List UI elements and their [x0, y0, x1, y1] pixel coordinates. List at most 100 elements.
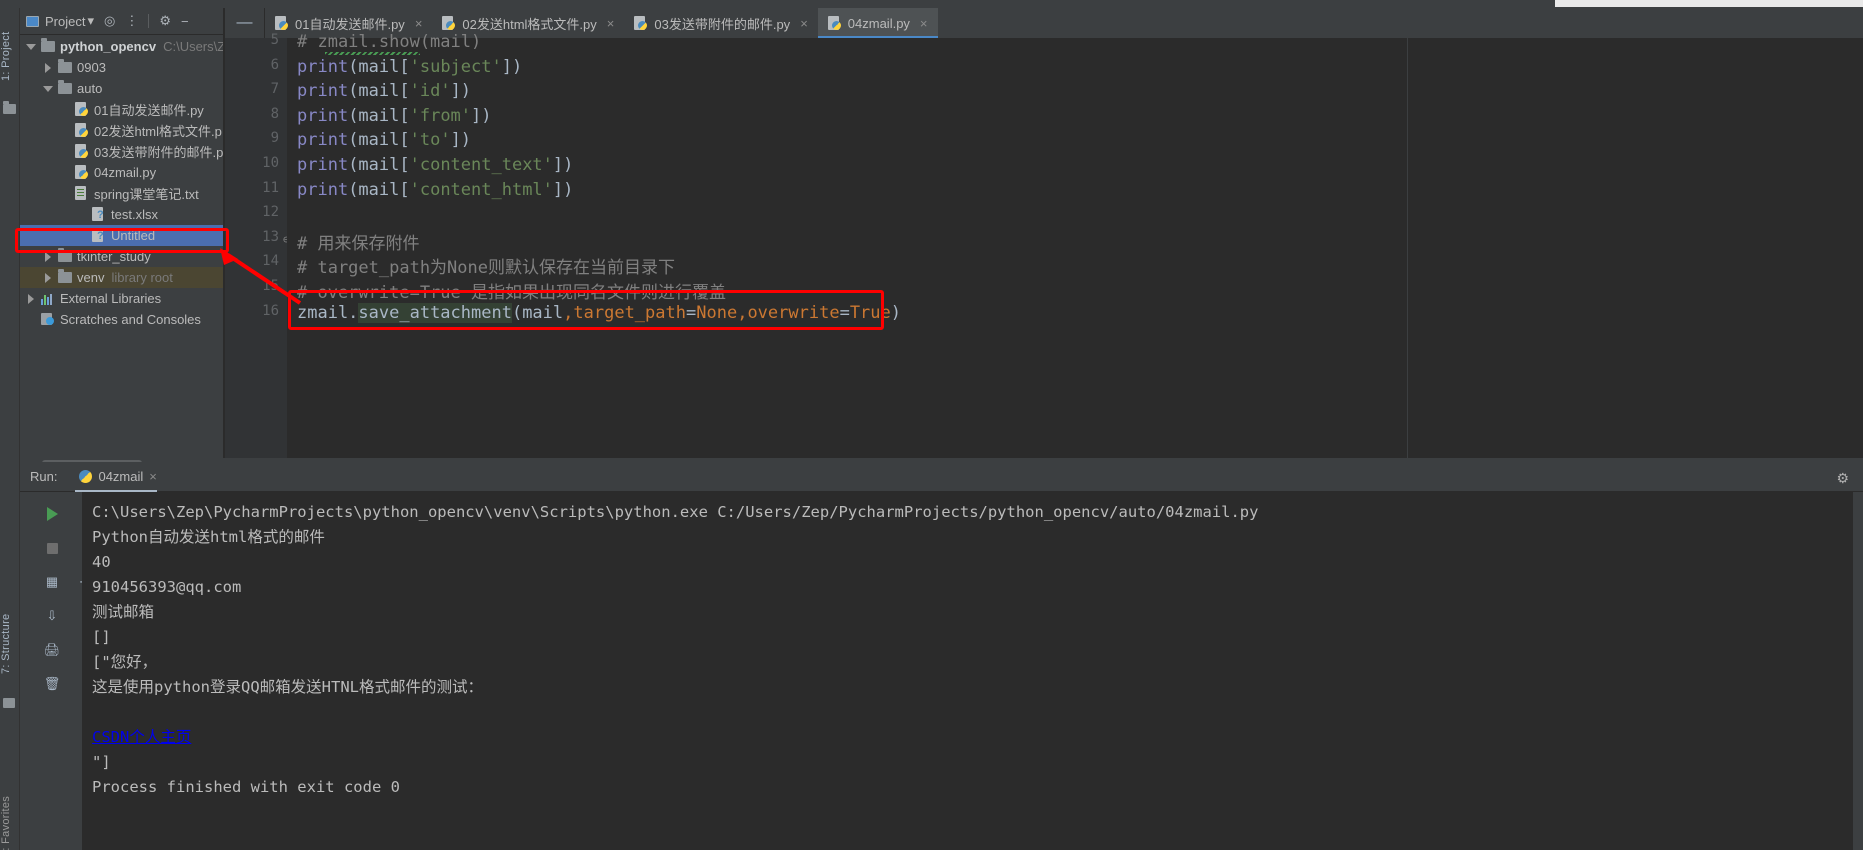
tree-item-tkinter_study[interactable]: tkinter_study: [20, 246, 223, 267]
code-line[interactable]: print(mail['to']): [297, 130, 471, 150]
code-line[interactable]: # target_path为None则默认保存在当前目录下: [297, 253, 675, 278]
tree-item-04zmailpy[interactable]: 04zmail.py: [20, 162, 223, 183]
run-panel-header: Run: 04zmail × ⚙: [20, 462, 1863, 492]
editor-tab[interactable]: 03发送带附件的邮件.py ×: [624, 8, 817, 38]
tree-item-label: spring课堂笔记.txt: [94, 187, 199, 202]
gear-icon[interactable]: ⚙: [159, 13, 171, 29]
project-tool-window: Project ▾ ◎ ⋮ ⚙ − python_opencv C:\Users\…: [20, 8, 225, 466]
tree-item-externallibraries[interactable]: External Libraries: [20, 288, 223, 309]
tree-item-01py[interactable]: 01自动发送邮件.py: [20, 99, 223, 120]
tree-item-testxlsx[interactable]: ? test.xlsx: [20, 204, 223, 225]
code-line[interactable]: # 用来保存附件: [297, 229, 419, 254]
code-line[interactable]: zmail.save_attachment(mail,target_path=N…: [297, 302, 901, 323]
tree-item-label: test.xlsx: [111, 207, 158, 222]
python-file-icon: [827, 15, 842, 31]
code-line[interactable]: print(mail['id']): [297, 81, 471, 101]
console-line: ["您好， 这是使用python登录QQ邮箱发送HTNL格式邮件的测试： CSDN…: [92, 653, 483, 771]
folder-icon: [58, 80, 72, 94]
console-line: 910456393@qq.com: [92, 578, 242, 596]
tree-item-auto[interactable]: auto: [20, 78, 223, 99]
project-tree[interactable]: python_opencv C:\Users\Z 0903 auto 01自动发送邮件.…: [20, 36, 225, 330]
tool-window-button-structure[interactable]: 7: Structure: [0, 596, 20, 692]
scroll-to-end-icon[interactable]: ⇩: [42, 606, 62, 626]
tree-item-untitled[interactable]: ? Untitled: [20, 225, 223, 246]
run-console-output[interactable]: C:\Users\Zep\PycharmProjects\python_open…: [82, 492, 1863, 850]
tree-item-03p[interactable]: 03发送带附件的邮件.p: [20, 141, 223, 162]
inspection-squiggle: [325, 52, 420, 55]
console-line: 测试邮箱: [92, 603, 155, 621]
print-grid-icon[interactable]: ▦: [42, 572, 62, 592]
tree-item-venv[interactable]: venv library root: [20, 267, 223, 288]
tree-item-label: 03发送带附件的邮件.p: [94, 145, 224, 160]
tree-item-0903[interactable]: 0903: [20, 57, 223, 78]
left-tool-strip: 1: Project 7: Structure 2: Favorites: [0, 8, 20, 850]
print-icon[interactable]: 🖨: [42, 640, 62, 660]
line-number: 9: [270, 130, 279, 147]
structure-icon: [3, 698, 17, 712]
python-file-icon: [75, 123, 89, 138]
hide-icon[interactable]: −: [181, 14, 189, 29]
chevron-down-icon[interactable]: [43, 83, 54, 94]
tree-item-label: 04zmail.py: [94, 165, 157, 180]
python-file-icon: [75, 102, 89, 117]
folder-icon: [58, 59, 72, 73]
close-icon[interactable]: ×: [149, 469, 157, 484]
line-number: 12: [262, 204, 279, 221]
tree-item-label: auto: [77, 81, 103, 96]
line-number: 7: [270, 81, 279, 98]
editor-gutter[interactable]: 5678910111213141516⊖: [225, 32, 290, 458]
line-number: 13: [262, 228, 279, 245]
code-line[interactable]: print(mail['content_html']): [297, 180, 573, 200]
scratches-icon: [41, 313, 55, 326]
project-panel-header: Project ▾ ◎ ⋮ ⚙ −: [20, 8, 223, 35]
chevron-right-icon[interactable]: [26, 293, 37, 304]
line-number: 8: [270, 105, 279, 122]
editor-tab-label: 04zmail.py: [847, 15, 910, 31]
chevron-right-icon[interactable]: [43, 272, 54, 283]
console-line: Process finished with exit code 0: [92, 778, 400, 796]
tree-item-suffix: library root: [111, 270, 173, 285]
editor-tab[interactable]: 04zmail.py ×: [817, 8, 938, 38]
trash-icon[interactable]: 🗑: [42, 674, 62, 694]
collapse-all-icon[interactable]: ⋮: [125, 13, 138, 29]
settings-gear-icon[interactable]: ⚙: [1836, 470, 1849, 487]
close-icon[interactable]: ×: [920, 16, 928, 31]
tree-item-scratchesandconsoles[interactable]: Scratches and Consoles: [20, 309, 223, 330]
code-line[interactable]: # overwrite=True 是指如果出现同名文件则进行覆盖: [297, 278, 726, 303]
run-toolbar: ↑ ↓ ▦ ⇥ ⇩ 🖨 🗑: [20, 492, 90, 850]
locate-icon[interactable]: ◎: [104, 13, 115, 29]
close-icon[interactable]: ×: [415, 16, 423, 31]
stop-icon[interactable]: [42, 538, 62, 558]
toolbar-divider: [148, 14, 150, 28]
tree-item-label: Untitled: [111, 228, 156, 243]
editor-area: — 01自动发送邮件.py × 02发送html格式文件.py × 03发送带附件的邮件…: [225, 8, 1863, 458]
chevron-down-icon[interactable]: ▾: [87, 13, 94, 29]
tree-item-springtxt[interactable]: spring课堂笔记.txt: [20, 183, 223, 204]
console-vscrollbar[interactable]: [1853, 492, 1863, 850]
editor-hide-icon[interactable]: —: [225, 8, 265, 38]
tool-window-button-project[interactable]: 1: Project: [0, 16, 20, 96]
run-icon[interactable]: [42, 504, 62, 524]
console-line: C:\Users\Zep\PycharmProjects\python_open…: [92, 503, 1259, 521]
chevron-right-icon[interactable]: [43, 62, 54, 73]
close-icon[interactable]: ×: [607, 16, 615, 31]
chevron-right-icon[interactable]: [43, 251, 54, 262]
run-tab-label: 04zmail: [98, 469, 144, 484]
code-line[interactable]: print(mail['subject']): [297, 57, 522, 77]
editor-tab-label: 03发送带附件的邮件.py: [654, 16, 791, 32]
tree-item-label: Scratches and Consoles: [60, 312, 201, 327]
code-line[interactable]: print(mail['content_text']): [297, 155, 573, 175]
project-panel-title[interactable]: Project: [45, 14, 85, 29]
code-line[interactable]: print(mail['from']): [297, 106, 492, 126]
tree-item-02htmlp[interactable]: 02发送html格式文件.p: [20, 120, 223, 141]
chevron-down-icon[interactable]: [26, 41, 37, 52]
close-icon[interactable]: ×: [800, 16, 808, 31]
python-file-icon: [275, 15, 289, 31]
external-libraries-icon: [41, 293, 55, 305]
editor-code-content[interactable]: # zmail.show(mail) print(mail['subject'])…: [287, 32, 1863, 458]
run-configuration-tab[interactable]: 04zmail ×: [75, 462, 166, 492]
folder-icon: [58, 248, 72, 262]
tree-item-python_opencv[interactable]: python_opencv C:\Users\Z: [20, 36, 225, 57]
code-line[interactable]: # zmail.show(mail): [297, 32, 481, 52]
tool-window-button-favorites[interactable]: 2: Favorites: [0, 794, 20, 850]
